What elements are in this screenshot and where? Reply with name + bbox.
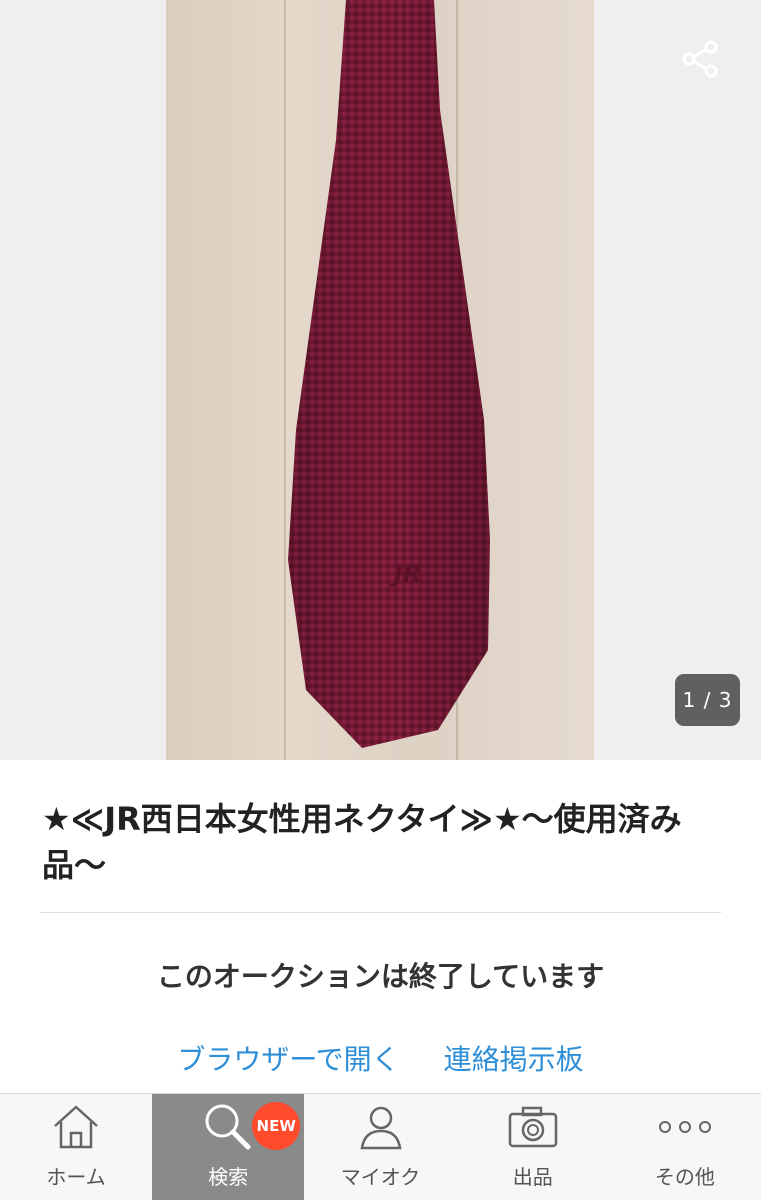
tab-more[interactable]: その他 xyxy=(609,1094,761,1200)
new-badge: NEW xyxy=(252,1102,301,1150)
message-board-link[interactable]: 連絡掲示板 xyxy=(444,1036,584,1084)
image-gallery[interactable]: JR 1 / 3 xyxy=(0,0,761,760)
necktie-image: JR xyxy=(288,0,490,748)
image-counter: 1 / 3 xyxy=(675,674,740,726)
product-photo[interactable]: JR xyxy=(166,0,594,760)
tab-label: 検索 xyxy=(208,1165,249,1189)
open-in-browser-link[interactable]: ブラウザーで開く xyxy=(177,1036,399,1084)
tab-home[interactable]: ホーム xyxy=(0,1094,152,1200)
auction-ended-message: このオークションは終了しています xyxy=(156,960,605,993)
tab-sell[interactable]: 出品 xyxy=(457,1094,609,1200)
tab-label: その他 xyxy=(654,1165,715,1189)
share-button[interactable] xyxy=(677,36,723,82)
tab-label: 出品 xyxy=(512,1165,553,1189)
action-links: ブラウザーで開く 連絡掲示板 xyxy=(0,1036,761,1084)
tab-label: ホーム xyxy=(46,1165,106,1189)
more-icon xyxy=(658,1121,711,1133)
tab-search[interactable]: 検索 NEW xyxy=(152,1094,305,1200)
tie-logo: JR xyxy=(390,560,421,588)
bottom-tab-bar: ホーム 検索 NEW マイオク 出品 その他 xyxy=(0,1093,761,1200)
camera-icon xyxy=(508,1106,557,1148)
item-title: ★≪JR西日本女性用ネクタイ≫★〜使用済み品〜 xyxy=(42,800,682,884)
divider xyxy=(40,912,721,913)
user-icon xyxy=(360,1106,401,1150)
share-icon xyxy=(682,40,718,78)
search-icon xyxy=(205,1104,251,1150)
home-icon xyxy=(54,1105,98,1149)
tab-myauction[interactable]: マイオク xyxy=(304,1094,456,1200)
tab-label: マイオク xyxy=(340,1165,421,1189)
